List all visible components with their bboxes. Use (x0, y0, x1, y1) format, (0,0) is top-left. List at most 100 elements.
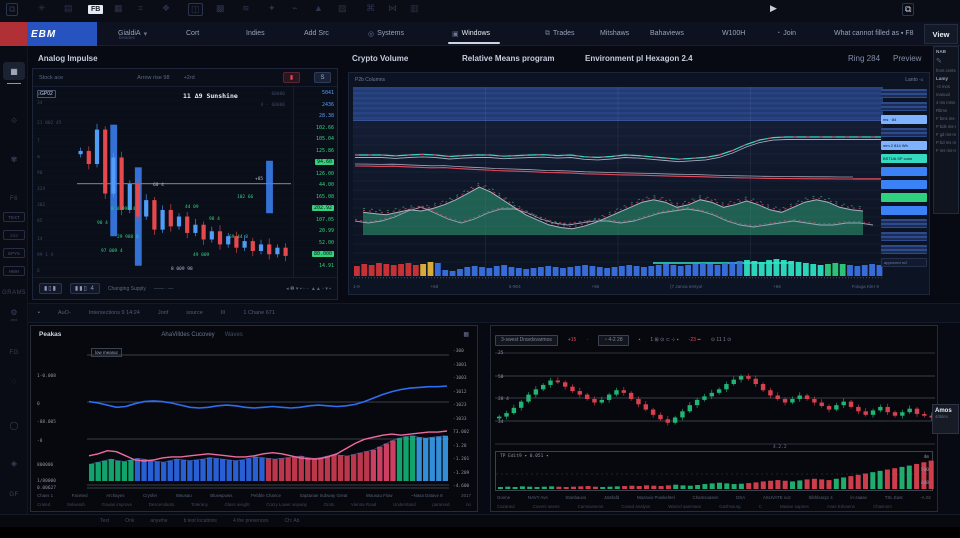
tr-side-bar-5[interactable]: BSTUA SP conn (881, 154, 927, 163)
menu-item-indies[interactable]: Indies (246, 22, 265, 45)
status-item-0[interactable]: Test (100, 518, 109, 524)
sidebar-icon-9[interactable]: ⚙and (3, 306, 25, 324)
tl-foot-tab-1[interactable]: ▮▯▮ (39, 283, 62, 294)
midbar-item-4[interactable]: III (221, 310, 226, 316)
topstrip-icon-18[interactable]: ⧉ (902, 3, 914, 16)
sidebar-icon-14[interactable]: GF (3, 486, 25, 504)
nab-item-0[interactable]: +2 mos (936, 84, 956, 89)
topstrip-icon-10[interactable]: ✦ (268, 3, 276, 14)
midbar-item-3[interactable]: source (186, 310, 203, 316)
menu-item-what-cannot-filled-as-f8[interactable]: What cannot filled as ▪ F8 (834, 22, 914, 45)
tl-foot-icons[interactable]: ◂ ❶ ▾ ▪ ▫ ·· ▲▲ ▫ ▾ ▪ (286, 286, 331, 292)
status-item-5[interactable]: Ch: Ab (285, 518, 300, 524)
app-logo[interactable]: EBM (0, 22, 97, 46)
nab-item-1[interactable]: manual (936, 92, 956, 97)
sidebar-icon-13[interactable]: ◈ (3, 454, 25, 472)
menu-item-windows[interactable]: ▣Windows (452, 22, 490, 45)
pencil-icon[interactable]: ✎ (936, 57, 956, 65)
topstrip-icon-9[interactable]: ≋ (242, 3, 250, 14)
br-tool-7[interactable]: ⊙ 11 1 ⊙ (711, 337, 732, 343)
bl-grid-icon[interactable]: ▦ (463, 331, 469, 338)
br-tool-0[interactable]: 3-swest Dravdsvarmos (495, 335, 558, 346)
topstrip-icon-2[interactable]: ▤ (64, 3, 73, 14)
tr-chart-area[interactable] (353, 87, 883, 279)
view-button[interactable]: View (924, 24, 958, 44)
sidebar-icon-0[interactable]: ▦ (3, 62, 25, 80)
nab-item-3[interactable]: Rbms (936, 108, 956, 113)
nab-item-6[interactable]: F gd ms-ms (936, 132, 956, 137)
status-item-2[interactable]: anywhe (150, 518, 167, 524)
topstrip-icon-3[interactable]: FB (88, 5, 103, 14)
tr-head-right[interactable]: Lanto ◅ (905, 77, 923, 83)
sidebar-icon-3[interactable]: F6 (3, 190, 25, 208)
midbar-square-icon[interactable]: ▪ (38, 310, 40, 316)
topstrip-icon-16[interactable]: ▥ (410, 3, 419, 14)
topstrip-icon-14[interactable]: ⌘ (366, 3, 375, 14)
br-tool-3[interactable]: ◔ 4-2 28 (598, 335, 629, 346)
tr-side-bar-6[interactable] (881, 167, 927, 176)
sidebar-icon-6[interactable]: EPY5 (3, 248, 25, 258)
br-tool-5[interactable]: 1 ⊞ ⊙ ⊂ ⊹ ▪ (650, 337, 678, 343)
topstrip-icon-6[interactable]: ❖ (162, 3, 170, 14)
nab-item-5[interactable]: P bds ms-ms (936, 124, 956, 129)
status-item-1[interactable]: Onk (125, 518, 134, 524)
br-candlestick-chart[interactable] (495, 353, 935, 446)
tr-side-bar-9[interactable] (881, 206, 927, 215)
nab-item-7[interactable]: P bd ms ms (936, 140, 956, 145)
menu-item-cort[interactable]: Cort (186, 22, 199, 45)
tl-s-button[interactable]: S (314, 72, 331, 83)
topstrip-icon-11[interactable]: ⌁ (292, 3, 297, 14)
tl-foot-tab-2[interactable]: ▮▮▯ 4 (70, 283, 100, 294)
sidebar-icon-4[interactable]: TEXT (3, 212, 25, 222)
tr-side-bar-13[interactable]: approved m2 (881, 258, 927, 267)
midbar-item-5[interactable]: 1 Chane 671 (243, 310, 275, 316)
tr-side-bar-8[interactable] (881, 193, 927, 202)
menu-item-bahaviews[interactable]: Bahaviews (650, 22, 684, 45)
tr-side-bar-4[interactable]: mm 2 814 Wh (881, 141, 927, 150)
topstrip-icon-0[interactable]: ⧉ (6, 3, 18, 16)
topstrip-icon-8[interactable]: ▩ (216, 3, 225, 14)
topstrip-icon-7[interactable]: ◫ (188, 3, 203, 16)
tr-side-bar-0[interactable] (881, 89, 927, 98)
br-volume-pane[interactable]: TP Edit9 ▾ 0.051 ▾ 4m500A88 (495, 451, 933, 491)
nab-item-4[interactable]: F bms ms-ms (936, 116, 956, 121)
sidebar-icon-12[interactable]: ◯ (3, 416, 25, 434)
menu-item-w100h[interactable]: W100H (722, 22, 745, 45)
menu-item-join[interactable]: ◔Join (776, 22, 796, 45)
topstrip-icon-15[interactable]: ⋈ (388, 3, 397, 14)
tr-side-bar-7[interactable] (881, 180, 927, 189)
status-item-3[interactable]: b test locations (184, 518, 217, 524)
tr-side-bar-1[interactable] (881, 102, 927, 111)
br-tool-1[interactable]: +15 (568, 337, 576, 343)
br-tool-6[interactable]: -23 ▪▪ (689, 337, 701, 343)
tr-side-bar-10[interactable] (881, 219, 927, 228)
tr-side-bar-11[interactable] (881, 232, 927, 241)
br-tool-2[interactable]: · (586, 337, 588, 343)
sidebar-icon-7[interactable]: HMH (3, 266, 25, 276)
midbar-item-2[interactable]: Jonf (158, 310, 168, 316)
nab-item-8[interactable]: F ms ms-ms (936, 148, 956, 153)
menu-item-gialdia[interactable]: GialdiA▾binaries (118, 22, 147, 45)
topstrip-icon-4[interactable]: ▦ (114, 3, 123, 14)
sidebar-icon-8[interactable]: GRAM5 (3, 284, 25, 302)
bl-chart-area[interactable]: low measur 1-0.0080-88.005-88000061/8000… (31, 345, 477, 491)
tl-chart-area[interactable]: M▲▲GP02 11 ∆9 Sunshine 60000 4 · 60000 5… (33, 87, 337, 277)
sidebar-icon-10[interactable]: FG (3, 344, 25, 362)
title-preview[interactable]: Preview (893, 54, 921, 63)
tl-red-button[interactable]: ▮ (283, 72, 300, 83)
menu-item-mitshaws[interactable]: Mitshaws (600, 22, 629, 45)
br-tool-4[interactable]: ▪ (639, 337, 641, 343)
midbar-item-0[interactable]: AuO- (58, 310, 71, 316)
menu-item-systems[interactable]: ◎Systems (368, 22, 404, 45)
tr-side-bar-12[interactable] (881, 245, 927, 254)
topstrip-icon-13[interactable]: ▨ (338, 3, 347, 14)
topstrip-icon-12[interactable]: ▲ (314, 3, 323, 13)
nab-item-2[interactable]: 4 ms mins (936, 100, 956, 105)
menu-item-trades[interactable]: ⧉Trades (545, 22, 575, 45)
topstrip-icon-5[interactable]: ⌗ (138, 3, 143, 14)
status-item-4[interactable]: 4 the presences (233, 518, 269, 524)
topstrip-icon-17[interactable]: ▶ (770, 3, 777, 14)
midbar-item-1[interactable]: Intersections 9 14:24 (89, 310, 140, 316)
tr-side-bar-3[interactable] (881, 128, 927, 137)
sidebar-icon-11[interactable]: ◌ (3, 372, 25, 390)
